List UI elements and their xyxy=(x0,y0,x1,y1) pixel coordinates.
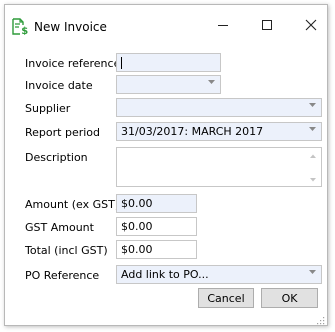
close-icon xyxy=(305,19,317,31)
svg-text:$: $ xyxy=(21,26,28,35)
chevron-down-icon[interactable] xyxy=(309,270,316,274)
invoice-date-picker[interactable] xyxy=(116,75,221,94)
total-incl-gst-label: Total (incl GST) xyxy=(25,244,108,257)
window-title: New Invoice xyxy=(34,20,107,34)
report-period-label: Report period xyxy=(25,126,101,139)
cancel-button[interactable]: Cancel xyxy=(198,288,254,308)
resize-grip-icon[interactable] xyxy=(317,315,325,325)
description-label: Description xyxy=(25,151,88,164)
new-invoice-dialog: $ New Invoice Invoice reference Invoice … xyxy=(4,4,328,326)
report-period-select[interactable]: 31/03/2017: MARCH 2017 xyxy=(116,122,322,141)
maximize-button[interactable] xyxy=(255,16,279,34)
gst-amount-input[interactable]: $0.00 xyxy=(116,217,197,236)
invoice-reference-label: Invoice reference xyxy=(25,57,121,70)
chevron-down-icon[interactable] xyxy=(309,127,316,131)
po-reference-select[interactable]: Add link to PO... xyxy=(116,265,322,284)
chevron-down-icon[interactable] xyxy=(309,103,316,107)
ok-button[interactable]: OK xyxy=(261,288,318,308)
po-reference-label: PO Reference xyxy=(25,269,100,282)
description-scrollbar[interactable] xyxy=(306,149,320,187)
invoice-dollar-icon: $ xyxy=(12,18,28,37)
po-reference-value: Add link to PO... xyxy=(121,268,209,281)
total-incl-gst-input[interactable]: $0.00 xyxy=(116,240,197,259)
minimize-button[interactable] xyxy=(211,16,235,34)
total-incl-gst-value: $0.00 xyxy=(121,243,153,256)
amount-ex-gst-value: $0.00 xyxy=(121,197,153,210)
description-textarea[interactable] xyxy=(116,147,322,187)
invoice-date-label: Invoice date xyxy=(25,79,93,92)
text-cursor xyxy=(121,57,122,69)
chevron-down-icon[interactable] xyxy=(208,80,215,84)
invoice-reference-input[interactable] xyxy=(116,53,221,72)
gst-amount-value: $0.00 xyxy=(121,220,153,233)
supplier-select[interactable] xyxy=(116,98,322,117)
gst-amount-label: GST Amount xyxy=(25,221,94,234)
report-period-value: 31/03/2017: MARCH 2017 xyxy=(121,125,264,138)
amount-ex-gst-input[interactable]: $0.00 xyxy=(116,194,197,213)
close-button[interactable] xyxy=(299,16,323,34)
title-bar[interactable]: $ New Invoice xyxy=(5,5,327,45)
supplier-label: Supplier xyxy=(25,102,71,115)
amount-ex-gst-label: Amount (ex GST) xyxy=(25,198,120,211)
maximize-icon xyxy=(262,20,272,30)
minimize-icon xyxy=(218,25,228,26)
